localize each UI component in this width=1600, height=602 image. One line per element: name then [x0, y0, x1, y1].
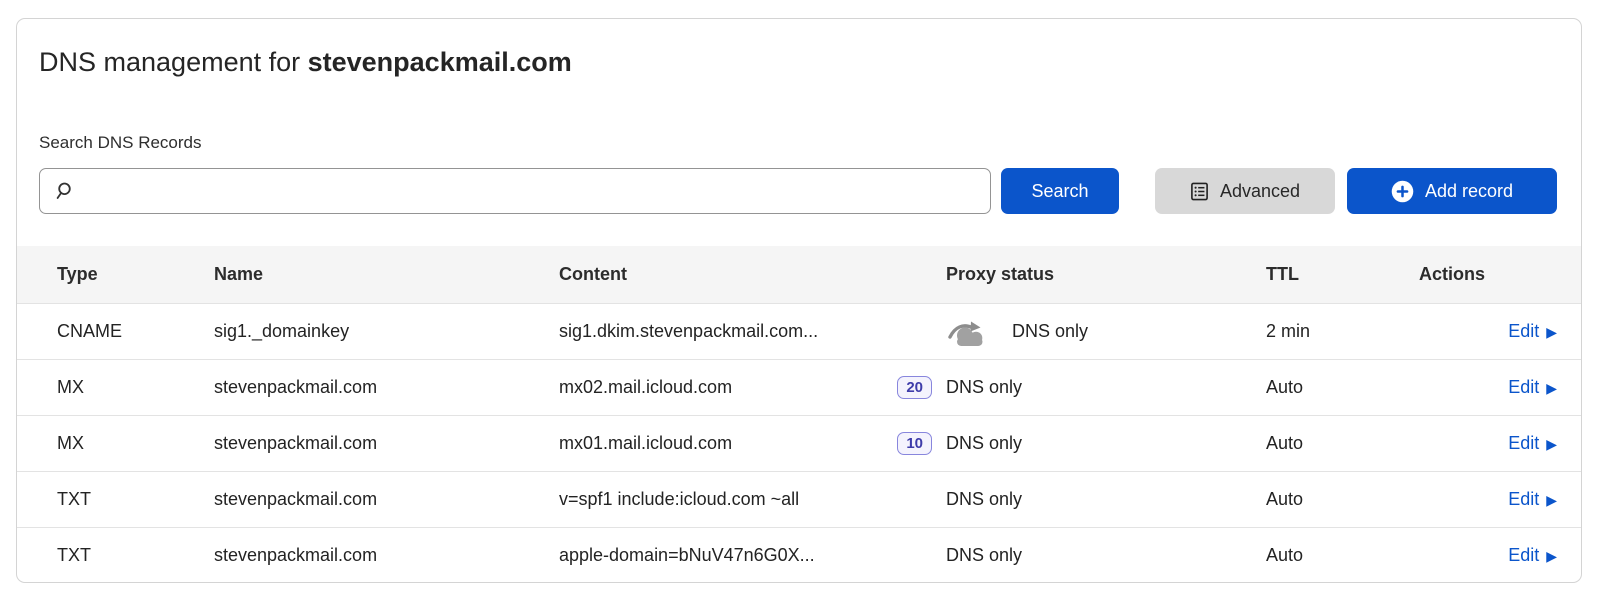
search-button[interactable]: Search: [1001, 168, 1119, 214]
search-button-label: Search: [1031, 181, 1088, 202]
edit-arrow-icon: ▶: [1546, 549, 1557, 563]
cell-proxy-status: DNS only: [946, 433, 1266, 454]
dns-only-cloud-icon: [946, 317, 992, 347]
cell-actions: Edit ▶: [1419, 377, 1557, 398]
add-record-button[interactable]: Add record: [1347, 168, 1557, 214]
table-row: MX stevenpackmail.com mx02.mail.icloud.c…: [17, 359, 1581, 415]
cell-content: mx02.mail.icloud.com 20: [559, 376, 946, 399]
record-content: mx02.mail.icloud.com: [559, 377, 732, 398]
cell-content: sig1.dkim.stevenpackmail.com...: [559, 321, 946, 342]
edit-arrow-icon: ▶: [1546, 381, 1557, 395]
table-row: CNAME sig1._domainkey sig1.dkim.stevenpa…: [17, 303, 1581, 359]
table-header-row: Type Name Content Proxy status TTL Actio…: [17, 246, 1581, 303]
cell-ttl: 2 min: [1266, 321, 1419, 342]
search-icon: [54, 181, 74, 201]
cell-ttl: Auto: [1266, 377, 1419, 398]
record-content: mx01.mail.icloud.com: [559, 433, 732, 454]
cell-name: sig1._domainkey: [214, 321, 559, 342]
edit-label: Edit: [1508, 377, 1539, 398]
table-row: TXT stevenpackmail.com v=spf1 include:ic…: [17, 471, 1581, 527]
page-title-prefix: DNS management for: [39, 47, 308, 77]
edit-label: Edit: [1508, 433, 1539, 454]
cell-actions: Edit ▶: [1419, 545, 1557, 566]
add-record-button-label: Add record: [1425, 181, 1513, 202]
advanced-button-label: Advanced: [1220, 181, 1300, 202]
column-header-actions: Actions: [1419, 264, 1557, 285]
cell-name: stevenpackmail.com: [214, 433, 559, 454]
cell-actions: Edit ▶: [1419, 489, 1557, 510]
cell-proxy-status: DNS only: [946, 489, 1266, 510]
cell-actions: Edit ▶: [1419, 433, 1557, 454]
proxy-status-text: DNS only: [946, 433, 1022, 454]
edit-record-button[interactable]: Edit ▶: [1508, 321, 1557, 342]
cell-ttl: Auto: [1266, 433, 1419, 454]
cell-content: apple-domain=bNuV47n6G0X...: [559, 545, 946, 566]
edit-label: Edit: [1508, 321, 1539, 342]
column-header-proxy-status: Proxy status: [946, 264, 1266, 285]
proxy-status-text: DNS only: [946, 545, 1022, 566]
cell-type: TXT: [57, 545, 214, 566]
search-label: Search DNS Records: [39, 133, 1557, 153]
proxy-status-text: DNS only: [946, 489, 1022, 510]
edit-record-button[interactable]: Edit ▶: [1508, 377, 1557, 398]
record-content: apple-domain=bNuV47n6G0X...: [559, 545, 815, 566]
search-box: [39, 168, 991, 214]
edit-arrow-icon: ▶: [1546, 437, 1557, 451]
proxy-status-text: DNS only: [946, 377, 1022, 398]
table-body: CNAME sig1._domainkey sig1.dkim.stevenpa…: [17, 303, 1581, 583]
cell-type: MX: [57, 377, 214, 398]
cell-name: stevenpackmail.com: [214, 489, 559, 510]
proxy-status-text: DNS only: [1012, 321, 1088, 342]
edit-arrow-icon: ▶: [1546, 325, 1557, 339]
cell-type: CNAME: [57, 321, 214, 342]
edit-label: Edit: [1508, 489, 1539, 510]
cell-proxy-status: DNS only: [946, 545, 1266, 566]
edit-arrow-icon: ▶: [1546, 493, 1557, 507]
list-document-icon: [1190, 182, 1209, 201]
edit-label: Edit: [1508, 545, 1539, 566]
cell-proxy-status: DNS only: [946, 317, 1266, 347]
mx-priority-badge: 20: [897, 376, 932, 399]
cell-proxy-status: DNS only: [946, 377, 1266, 398]
column-header-content: Content: [559, 264, 946, 285]
table-row: TXT stevenpackmail.com apple-domain=bNuV…: [17, 527, 1581, 583]
column-header-name: Name: [214, 264, 559, 285]
dns-management-card: DNS management for stevenpackmail.com Se…: [16, 18, 1582, 583]
search-input[interactable]: [84, 169, 978, 213]
mx-priority-badge: 10: [897, 432, 932, 455]
cell-content: mx01.mail.icloud.com 10: [559, 432, 946, 455]
cell-type: MX: [57, 433, 214, 454]
record-content: v=spf1 include:icloud.com ~all: [559, 489, 799, 510]
cell-actions: Edit ▶: [1419, 321, 1557, 342]
table-row: MX stevenpackmail.com mx01.mail.icloud.c…: [17, 415, 1581, 471]
edit-record-button[interactable]: Edit ▶: [1508, 545, 1557, 566]
dns-records-table: Type Name Content Proxy status TTL Actio…: [17, 246, 1581, 583]
cell-name: stevenpackmail.com: [214, 377, 559, 398]
column-header-type: Type: [57, 264, 214, 285]
advanced-button[interactable]: Advanced: [1155, 168, 1335, 214]
cell-content: v=spf1 include:icloud.com ~all: [559, 489, 946, 510]
column-header-ttl: TTL: [1266, 264, 1419, 285]
plus-circle-icon: [1391, 180, 1414, 203]
zone-domain: stevenpackmail.com: [308, 47, 572, 77]
controls-row: Search Advanced: [39, 168, 1557, 214]
cell-type: TXT: [57, 489, 214, 510]
cell-ttl: Auto: [1266, 489, 1419, 510]
edit-record-button[interactable]: Edit ▶: [1508, 489, 1557, 510]
cell-ttl: Auto: [1266, 545, 1419, 566]
record-content: sig1.dkim.stevenpackmail.com...: [559, 321, 818, 342]
page-title: DNS management for stevenpackmail.com: [39, 45, 1557, 79]
edit-record-button[interactable]: Edit ▶: [1508, 433, 1557, 454]
cell-name: stevenpackmail.com: [214, 545, 559, 566]
